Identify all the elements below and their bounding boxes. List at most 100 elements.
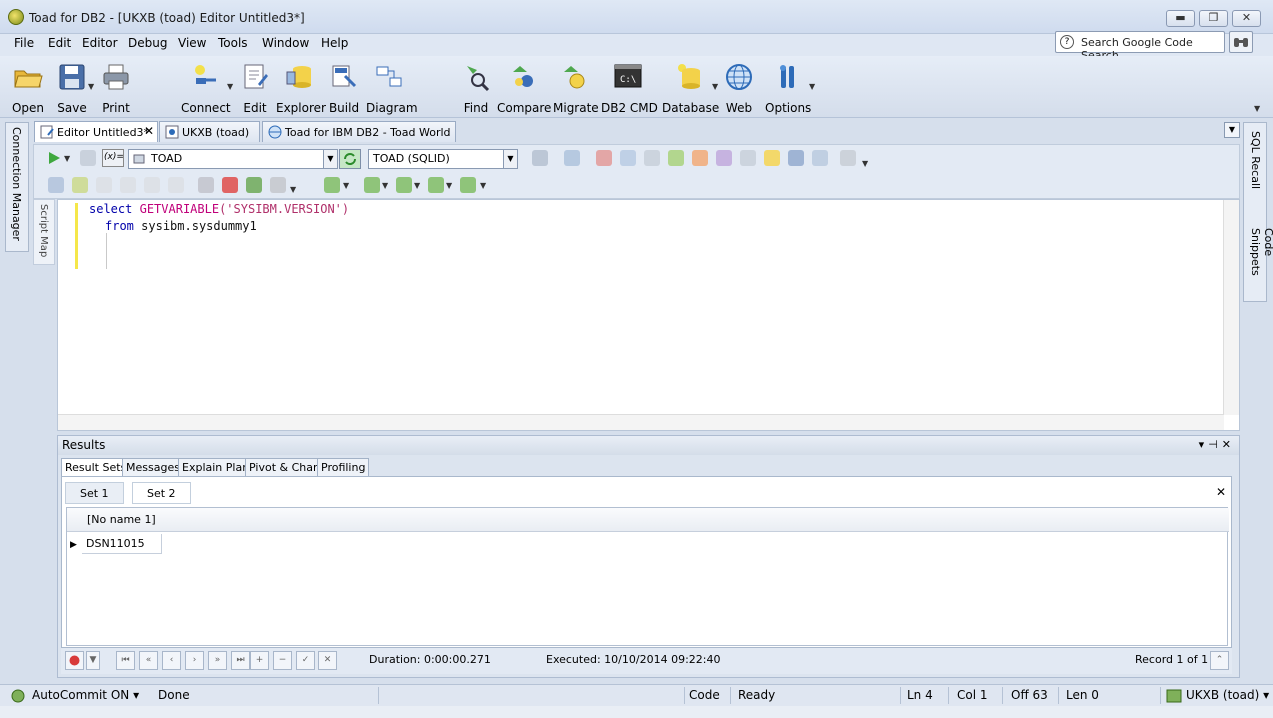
toolbar-db2cmd-button[interactable]: C:\ DB2 CMD [601,60,658,115]
lightning-icon[interactable] [668,150,684,166]
autocommit-toggle[interactable]: AutoCommit ON ▾ [32,688,139,702]
first-record-icon[interactable]: ⏮ [116,651,135,670]
toolbar-save-button[interactable]: Save [54,60,90,115]
chevron-down-icon[interactable]: ▼ [86,651,100,670]
close-button[interactable]: ✕ [1232,10,1261,27]
run-to-cursor-icon[interactable] [168,177,184,193]
editor-vertical-scrollbar[interactable] [1223,200,1239,415]
chart-icon[interactable] [692,150,708,166]
call-stack-icon[interactable] [270,177,286,193]
toolbar-open-button[interactable]: Open [10,60,46,115]
history-icon[interactable] [428,177,444,193]
toolbar-find-button[interactable]: Find [459,60,493,115]
import-icon[interactable] [364,177,380,193]
grid-cell[interactable]: DSN11015 [82,534,162,554]
chevron-down-icon[interactable]: ▼ [323,150,337,168]
insert-record-icon[interactable]: + [250,651,269,670]
next-page-icon[interactable]: » [208,651,227,670]
minimize-button[interactable]: ▬ [1166,10,1195,27]
tab-pivot-chart[interactable]: Pivot & Chart [245,458,326,477]
folder-icon[interactable] [764,150,780,166]
toolbar-connect-button[interactable]: Connect [181,60,231,115]
last-record-icon[interactable]: ⏭ [231,651,250,670]
toolbar-web-button[interactable]: Web [723,60,755,115]
execute-icon[interactable] [46,150,62,166]
menu-tools[interactable]: Tools [216,36,250,50]
grid-column-header[interactable]: [No name 1] [67,508,1229,532]
magic-icon[interactable] [716,150,732,166]
toolbar-overflow-icon[interactable]: ▼ [1254,104,1260,113]
menu-help[interactable]: Help [319,36,350,50]
binoculars-search-button[interactable] [1229,31,1253,53]
toolbar-migrate-button[interactable]: Migrate [553,60,599,115]
close-set-icon[interactable]: ✕ [1216,485,1226,499]
sql-recall-tab[interactable]: SQL Recall [1249,131,1262,189]
tree-icon[interactable] [620,150,636,166]
tab-editor-untitled3[interactable]: Editor Untitled3* ✕ [34,121,158,142]
format-icon[interactable] [532,150,548,166]
debug-icon[interactable] [72,177,88,193]
window-icon[interactable] [788,150,804,166]
menu-debug[interactable]: Debug [126,36,169,50]
result-grid[interactable]: [No name 1] ▶ DSN11015 [66,507,1229,646]
sql-editor[interactable]: select GETVARIABLE('SYSIBM.VERSION') fro… [57,199,1240,431]
toolbar-database-button[interactable]: Database [662,60,719,115]
step-out-icon[interactable] [144,177,160,193]
toolbar-explorer-button[interactable]: Explorer [276,60,326,115]
record-button[interactable] [65,651,84,670]
expand-up-icon[interactable]: ⌃ [1210,651,1229,670]
connection-manager-dock[interactable]: Connection Manager [5,122,29,252]
menu-edit[interactable]: Edit [46,36,73,50]
next-record-icon[interactable]: › [185,651,204,670]
code-search-box[interactable]: ? Search Google Code Search [1055,31,1225,62]
toolbar-diagram-button[interactable]: Diagram [366,60,418,115]
explain-icon[interactable] [564,150,580,166]
refresh-schema-button[interactable] [339,149,361,169]
export-icon[interactable] [324,177,340,193]
tab-messages[interactable]: Messages [122,458,184,477]
toolbar-edit-button[interactable]: Edit [238,60,272,115]
settings-icon[interactable] [840,150,856,166]
toolbar-print-button[interactable]: Print [99,60,133,115]
toolbar-build-button[interactable]: Build [326,60,362,115]
tab-list-dropdown[interactable]: ▼ [1224,122,1240,138]
variables-icon[interactable] [48,177,64,193]
schema-combo[interactable]: TOAD ▼ [128,149,338,169]
script-map-dock[interactable]: Script Map [33,199,55,265]
results-panel-controls[interactable]: ▾⊣✕ [1199,438,1235,451]
menu-view[interactable]: View [176,36,208,50]
step-into-icon[interactable] [120,177,136,193]
bookmark-icon[interactable] [644,150,660,166]
tool-icon[interactable] [740,150,756,166]
tab-set-1[interactable]: Set 1 [65,482,124,504]
code-snippets-tab[interactable]: Code Snippets [1249,228,1273,301]
watch-icon[interactable] [246,177,262,193]
post-edit-icon[interactable]: ✓ [296,651,315,670]
report-icon[interactable] [396,177,412,193]
tab-ukxb-toad[interactable]: UKXB (toad) [159,121,260,142]
clear-icon[interactable] [596,150,612,166]
toolbar-options-button[interactable]: Options [765,60,811,115]
tab-toad-world[interactable]: Toad for IBM DB2 - Toad World [262,121,456,142]
step-icon[interactable] [96,177,112,193]
cancel-edit-icon[interactable]: ✕ [318,651,337,670]
tab-explain-plan[interactable]: Explain Plan [178,458,254,477]
tab-result-sets[interactable]: Result Sets [61,458,131,477]
schedule-icon[interactable] [460,177,476,193]
stop-debug-icon[interactable] [222,177,238,193]
link-icon[interactable] [812,150,828,166]
tab-set-2[interactable]: Set 2 [132,482,191,504]
tab-close-icon[interactable]: ✕ [144,124,154,138]
maximize-button[interactable]: ❐ [1199,10,1228,27]
delete-record-icon[interactable]: − [273,651,292,670]
editor-horizontal-scrollbar[interactable] [58,414,1224,430]
menu-file[interactable]: File [12,36,36,50]
menu-window[interactable]: Window [260,36,311,50]
connection-selector[interactable]: UKXB (toad) ▾ [1186,688,1269,702]
menu-editor[interactable]: Editor [80,36,120,50]
chevron-down-icon[interactable]: ▼ [503,150,517,168]
prev-record-icon[interactable]: ‹ [162,651,181,670]
toolbar-compare-button[interactable]: Compare [497,60,551,115]
tab-profiling[interactable]: Profiling [317,458,370,477]
sqlid-combo[interactable]: TOAD (SQLID) ▼ [368,149,518,169]
